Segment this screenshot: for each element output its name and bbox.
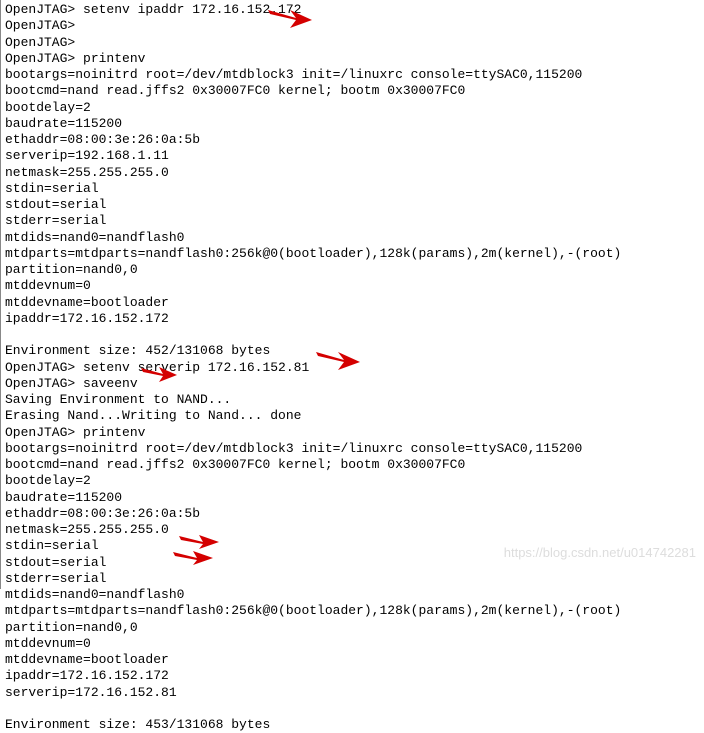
terminal-line: OpenJTAG> setenv ipaddr 172.16.152.172 <box>5 2 700 18</box>
env-stdout: stdout=serial <box>5 197 700 213</box>
env-baudrate: baudrate=115200 <box>5 116 700 132</box>
env-bootcmd: bootcmd=nand read.jffs2 0x30007FC0 kerne… <box>5 83 700 99</box>
env-mtddevnum: mtddevnum=0 <box>5 636 700 652</box>
env-ethaddr: ethaddr=08:00:3e:26:0a:5b <box>5 132 700 148</box>
save-msg: Erasing Nand...Writing to Nand... done <box>5 408 700 424</box>
env-mtddevname: mtddevname=bootloader <box>5 652 700 668</box>
terminal-line: OpenJTAG> saveenv <box>5 376 700 392</box>
env-stdin: stdin=serial <box>5 538 700 554</box>
env-mtdparts: mtdparts=mtdparts=nandflash0:256k@0(boot… <box>5 246 700 262</box>
env-netmask: netmask=255.255.255.0 <box>5 522 700 538</box>
prompt: OpenJTAG> <box>5 425 83 440</box>
env-bootdelay: bootdelay=2 <box>5 473 700 489</box>
cmd-printenv: printenv <box>83 51 145 66</box>
terminal-line: OpenJTAG> printenv <box>5 425 700 441</box>
env-bootargs: bootargs=noinitrd root=/dev/mtdblock3 in… <box>5 67 700 83</box>
env-mtddevname: mtddevname=bootloader <box>5 295 700 311</box>
terminal-line: OpenJTAG> setenv serverip 172.16.152.81 <box>5 360 700 376</box>
terminal-line: OpenJTAG> printenv <box>5 51 700 67</box>
prompt: OpenJTAG> <box>5 2 83 17</box>
blank-line <box>5 701 700 717</box>
env-ethaddr: ethaddr=08:00:3e:26:0a:5b <box>5 506 700 522</box>
prompt: OpenJTAG> <box>5 51 83 66</box>
blank-line <box>5 327 700 343</box>
env-ipaddr: ipaddr=172.16.152.172 <box>5 668 700 684</box>
env-bootdelay: bootdelay=2 <box>5 100 700 116</box>
env-stdin: stdin=serial <box>5 181 700 197</box>
env-mtddevnum: mtddevnum=0 <box>5 278 700 294</box>
env-bootcmd: bootcmd=nand read.jffs2 0x30007FC0 kerne… <box>5 457 700 473</box>
env-stderr: stderr=serial <box>5 571 700 587</box>
env-bootargs: bootargs=noinitrd root=/dev/mtdblock3 in… <box>5 441 700 457</box>
cmd-saveenv: saveenv <box>83 376 138 391</box>
env-mtdids: mtdids=nand0=nandflash0 <box>5 587 700 603</box>
cmd-printenv: printenv <box>83 425 145 440</box>
env-netmask: netmask=255.255.255.0 <box>5 165 700 181</box>
env-mtdparts: mtdparts=mtdparts=nandflash0:256k@0(boot… <box>5 603 700 619</box>
env-stderr: stderr=serial <box>5 213 700 229</box>
prompt: OpenJTAG> <box>5 35 83 50</box>
save-msg: Saving Environment to NAND... <box>5 392 700 408</box>
env-ipaddr: ipaddr=172.16.152.172 <box>5 311 700 327</box>
prompt: OpenJTAG> <box>5 376 83 391</box>
cmd-setenv-ipaddr: setenv ipaddr 172.16.152.172 <box>83 2 301 17</box>
env-stdout: stdout=serial <box>5 555 700 571</box>
cmd-setenv-serverip: setenv serverip 172.16.152.81 <box>83 360 309 375</box>
env-baudrate: baudrate=115200 <box>5 490 700 506</box>
prompt: OpenJTAG> <box>5 360 83 375</box>
env-partition: partition=nand0,0 <box>5 262 700 278</box>
terminal-line: OpenJTAG> <box>5 18 700 34</box>
env-partition: partition=nand0,0 <box>5 620 700 636</box>
terminal-line: OpenJTAG> <box>5 35 700 51</box>
prompt: OpenJTAG> <box>5 18 83 33</box>
env-mtdids: mtdids=nand0=nandflash0 <box>5 230 700 246</box>
env-size: Environment size: 453/131068 bytes <box>5 717 700 733</box>
env-serverip: serverip=192.168.1.11 <box>5 148 700 164</box>
env-serverip: serverip=172.16.152.81 <box>5 685 700 701</box>
env-size: Environment size: 452/131068 bytes <box>5 343 700 359</box>
